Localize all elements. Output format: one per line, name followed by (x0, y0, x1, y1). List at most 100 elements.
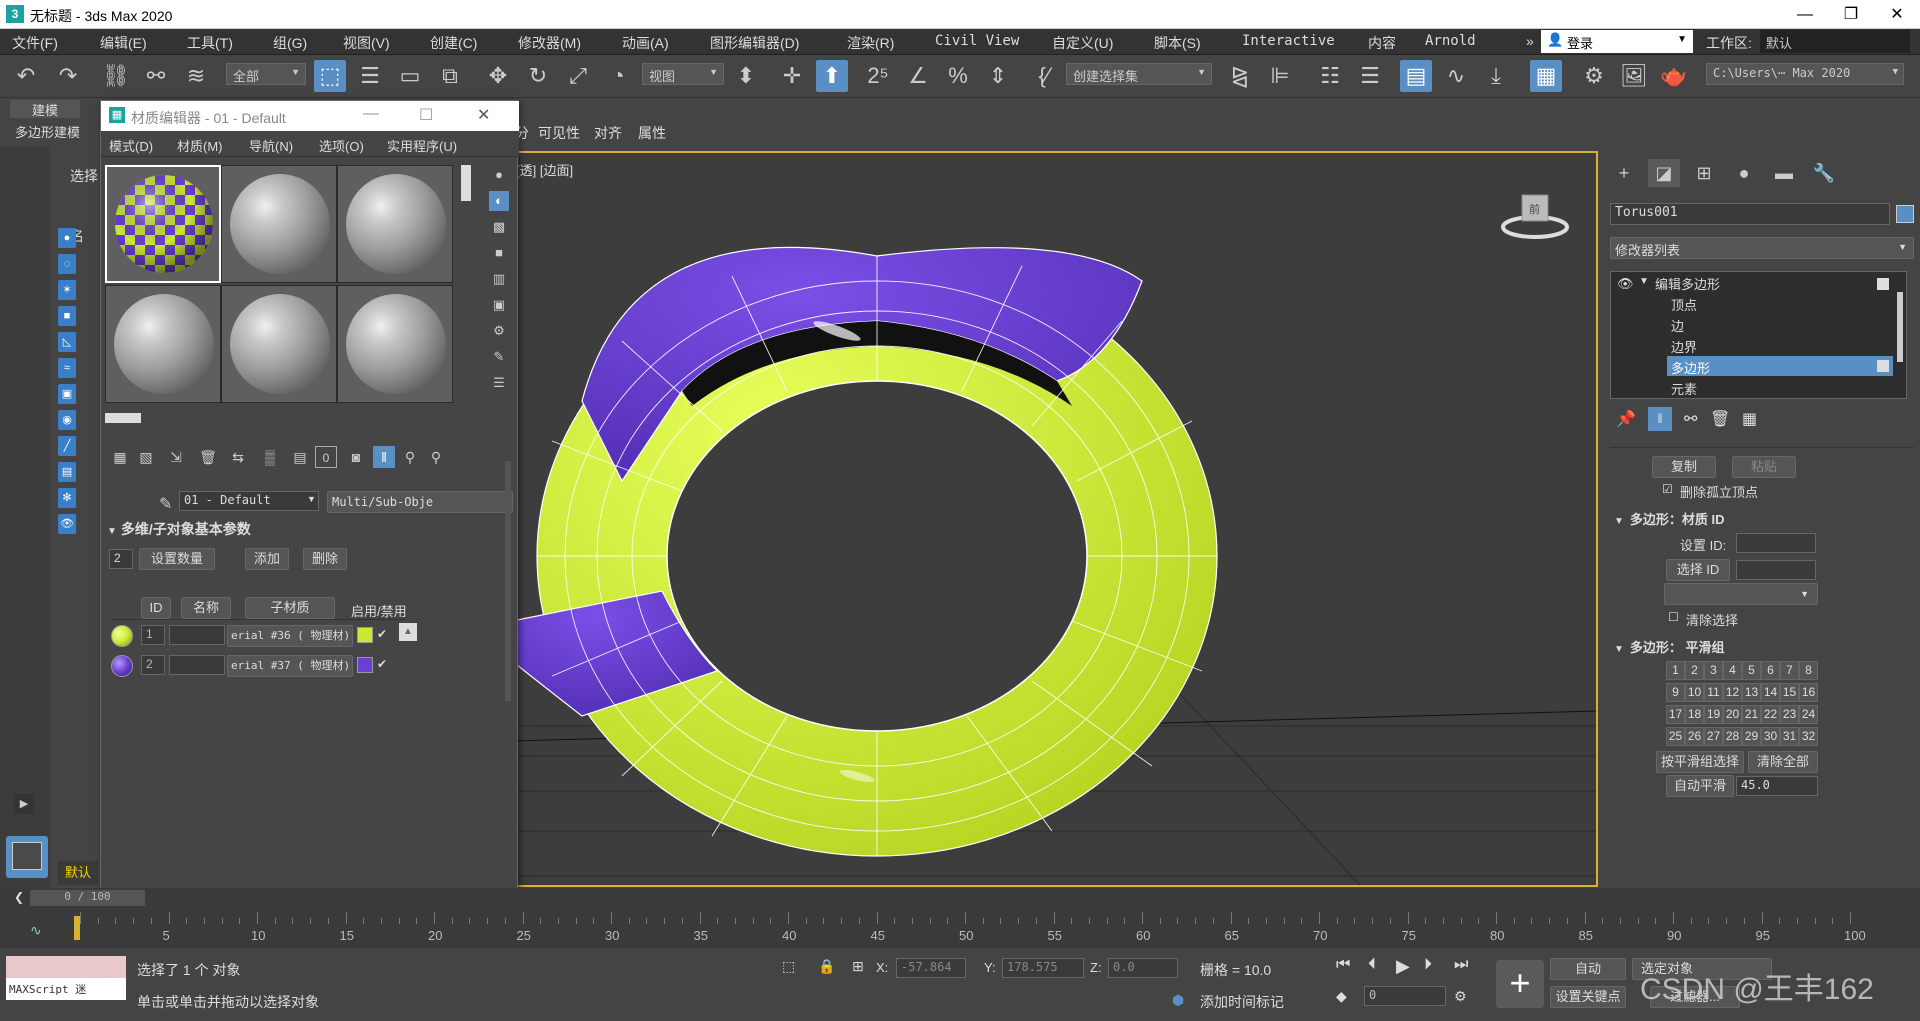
smoothing-group-3-button[interactable]: 3 (1704, 661, 1723, 680)
scene-explorer-icon[interactable]: ☷ (1314, 60, 1346, 92)
set-id-spinner[interactable] (1736, 533, 1816, 553)
smoothing-group-4-button[interactable]: 4 (1723, 661, 1742, 680)
smoothing-group-10-button[interactable]: 10 (1685, 683, 1704, 702)
smoothing-group-23-button[interactable]: 23 (1780, 705, 1799, 724)
uv-tiling-icon[interactable]: ■ (489, 243, 509, 263)
select-id-spinner[interactable] (1736, 560, 1816, 580)
utilities-tab-icon[interactable]: 🔧 (1808, 159, 1840, 187)
bind-spacewarp-icon[interactable]: ≋ (180, 60, 212, 92)
stack-item-edge[interactable]: 边 (1671, 316, 1684, 335)
smoothing-group-20-button[interactable]: 20 (1723, 705, 1742, 724)
smoothing-group-17-button[interactable]: 17 (1666, 705, 1685, 724)
submaterial-name-field[interactable] (169, 625, 225, 645)
smoothing-group-2-button[interactable]: 2 (1685, 661, 1704, 680)
smoothing-group-14-button[interactable]: 14 (1761, 683, 1780, 702)
material-editor-icon[interactable]: ▦ (1530, 60, 1562, 92)
material-slot-4[interactable] (105, 285, 221, 403)
curve-editor-icon[interactable]: ∿ (1440, 60, 1472, 92)
slot-scrollbar-v[interactable] (461, 165, 471, 201)
submaterial-button[interactable]: erial #36 ( 物理材) (227, 625, 353, 647)
stack-item-element[interactable]: 元素 (1671, 379, 1697, 398)
key-mode-icon[interactable]: ◆ (1336, 988, 1347, 1005)
ribbon-tab-visibility[interactable]: 可见性 (538, 123, 580, 143)
maximize-icon[interactable]: ❐ (1828, 0, 1874, 29)
smoothing-group-24-button[interactable]: 24 (1799, 705, 1818, 724)
go-to-parent-icon[interactable]: ⚲ (399, 446, 421, 468)
toggle-ribbon-icon[interactable]: ▤ (1400, 60, 1432, 92)
menu-edit[interactable]: 编辑(E) (100, 33, 147, 53)
smoothing-group-27-button[interactable]: 27 (1704, 727, 1723, 746)
maxscript-mini-listener[interactable]: MAXScript 迷 (6, 978, 126, 1000)
reset-map-icon[interactable]: 🗑 (197, 446, 219, 468)
menu-graph-editors[interactable]: 图形编辑器(D) (710, 33, 799, 53)
menu-animation[interactable]: 动画(A) (622, 33, 669, 53)
curve-icon[interactable]: ∿ (30, 922, 42, 939)
selection-filter-select[interactable]: 全部 (226, 63, 306, 85)
default-layer-tag[interactable]: 默认 (58, 861, 98, 885)
smoothing-group-29-button[interactable]: 29 (1742, 727, 1761, 746)
mated-menu-material[interactable]: 材质(M) (177, 136, 223, 155)
smoothing-group-30-button[interactable]: 30 (1761, 727, 1780, 746)
delete-button[interactable]: 删除 (303, 548, 347, 570)
eye-icon[interactable]: 👁 (1617, 276, 1634, 292)
time-config-icon[interactable]: ⚙ (1454, 988, 1467, 1005)
select-by-material-icon[interactable]: ✎ (489, 347, 509, 367)
show-end-result-icon[interactable]: ‖ (373, 446, 395, 468)
display-xrefs-icon[interactable]: ◉ (58, 410, 76, 430)
smoothing-group-8-button[interactable]: 8 (1799, 661, 1818, 680)
material-slot-2[interactable] (221, 165, 337, 283)
select-id-button[interactable]: 选择 ID (1666, 559, 1730, 581)
render-production-icon[interactable]: 🫖 (1658, 60, 1690, 92)
align-icon[interactable]: ⊫ (1264, 60, 1296, 92)
mat-id-rollout-header[interactable]: ▼ 多边形：材质 ID (1614, 509, 1725, 528)
mated-menu-navigation[interactable]: 导航(N) (249, 136, 293, 155)
smoothing-group-11-button[interactable]: 11 (1704, 683, 1723, 702)
mated-scrollbar[interactable] (505, 461, 511, 701)
configure-sets-icon[interactable]: ▦ (1742, 409, 1757, 429)
remove-modifier-icon[interactable]: 🗑 (1710, 409, 1730, 429)
angle-snap-icon[interactable]: ∠ (902, 60, 934, 92)
display-geometry-icon[interactable]: ● (58, 228, 76, 248)
prev-key-icon[interactable]: ⏴ (1368, 956, 1376, 974)
clear-selection-checkbox[interactable]: ☐ (1668, 610, 1679, 624)
delete-isolated-checkbox[interactable]: ☑ (1662, 482, 1673, 496)
submaterial-id-field[interactable]: 2 (141, 655, 165, 675)
lock-selection-icon[interactable]: 🔒 (818, 958, 835, 975)
timeline-ruler[interactable]: 5 10 15 20 25 30 35 40 45 50 55 60 65 70 75 80 85 90 95 100 (80, 912, 1866, 948)
menu-create[interactable]: 创建(C) (430, 33, 477, 53)
viewcube[interactable]: 前 (1500, 185, 1570, 245)
display-groups-icon[interactable]: ▣ (58, 384, 76, 404)
smoothing-group-5-button[interactable]: 5 (1742, 661, 1761, 680)
display-containers-icon[interactable]: ▤ (58, 462, 76, 482)
hierarchy-tab-icon[interactable]: ⊞ (1688, 159, 1720, 187)
ribbon-poly-modeling[interactable]: 多边形建模 (15, 122, 80, 141)
set-number-button[interactable]: 设置数量 (139, 548, 215, 570)
smoothing-group-7-button[interactable]: 7 (1780, 661, 1799, 680)
display-bones-icon[interactable]: ╱ (58, 436, 76, 456)
unlink-icon[interactable]: ⚯ (140, 60, 172, 92)
submaterial-preview-icon[interactable] (111, 655, 133, 677)
menu-scripting[interactable]: 脚本(S) (1154, 33, 1201, 53)
material-slot-6[interactable] (337, 285, 453, 403)
viewport-label[interactable]: [透] [边面] (516, 160, 573, 179)
smoothing-rollout-header[interactable]: ▼ 多边形： 平滑组 (1614, 637, 1725, 656)
smoothing-group-6-button[interactable]: 6 (1761, 661, 1780, 680)
mirror-icon[interactable]: ⧎ (1224, 60, 1256, 92)
pivot-center-icon[interactable]: ⬍ (730, 60, 762, 92)
time-slider[interactable]: 0 / 100 (30, 890, 145, 906)
keyboard-shortcut-icon[interactable]: ⬆ (816, 60, 848, 92)
sample-type-icon[interactable]: ● (489, 165, 509, 185)
menu-file[interactable]: 文件(F) (12, 33, 58, 53)
y-coordinate-field[interactable]: 178.575 (1002, 958, 1084, 978)
auto-smooth-threshold[interactable]: 45.0 (1736, 776, 1818, 796)
material-count-field[interactable]: 2 (109, 549, 133, 569)
assign-to-selection-icon[interactable]: ⇲ (165, 446, 187, 468)
submaterial-id-field[interactable]: 1 (141, 625, 165, 645)
link-icon[interactable]: ⛓ (100, 60, 132, 92)
menu-interactive[interactable]: Interactive (1242, 33, 1335, 49)
torus-object[interactable] (512, 246, 1218, 857)
display-shapes-icon[interactable]: ◌ (58, 254, 76, 274)
material-navigator-icon[interactable]: ☰ (489, 373, 509, 393)
display-lights-icon[interactable]: ✶ (58, 280, 76, 300)
make-preview-icon[interactable]: ▣ (489, 295, 509, 315)
